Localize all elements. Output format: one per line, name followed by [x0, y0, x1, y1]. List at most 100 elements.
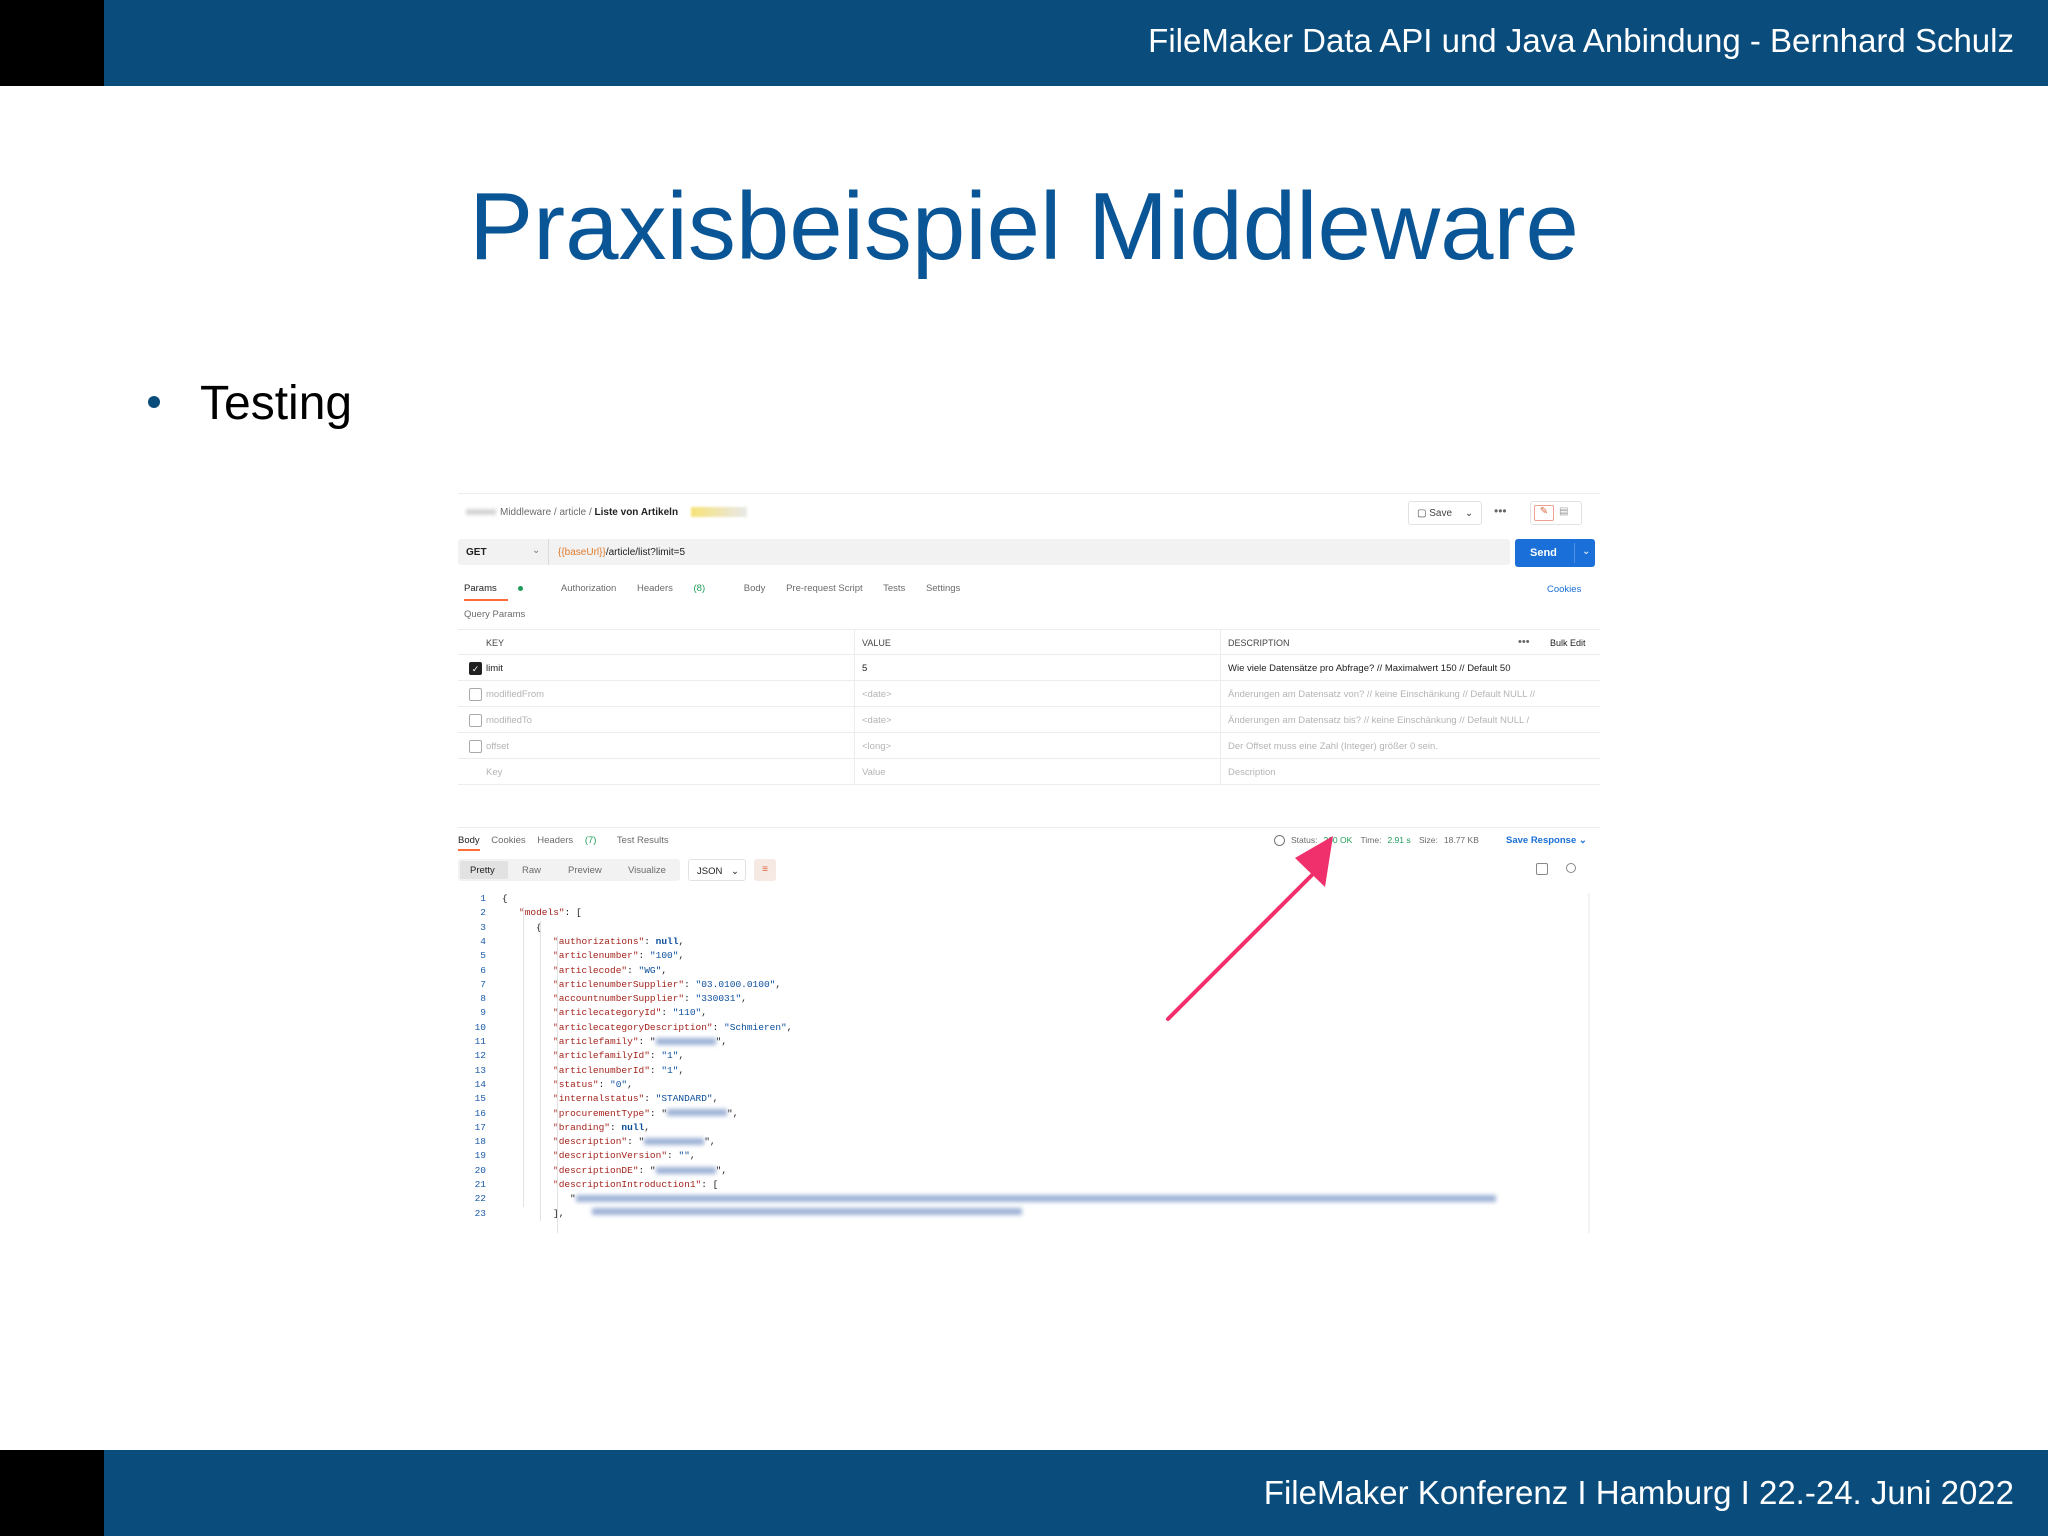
- bullet-dot-icon: [148, 396, 160, 409]
- redacted-value: [592, 1208, 1022, 1216]
- request-url-bar: GET ⌄ {{baseUrl}}/article/list?limit=5: [458, 539, 1510, 565]
- line-number: 6: [480, 964, 486, 976]
- param-checkbox[interactable]: ✓: [469, 662, 482, 675]
- breadcrumb-article[interactable]: article: [559, 507, 586, 518]
- active-tab-indicator: [458, 849, 480, 851]
- bullet-text: Testing: [200, 377, 353, 430]
- redacted-tag: [690, 507, 747, 518]
- code-line: "status": "0",: [553, 1078, 633, 1090]
- tab-pretty[interactable]: Pretty: [460, 861, 508, 879]
- response-tabs: Body Cookies Headers (7) Test Results: [458, 835, 678, 846]
- tab-raw[interactable]: Raw: [522, 865, 541, 876]
- chevron-down-icon: ⌄: [1578, 835, 1587, 846]
- cookies-link[interactable]: Cookies: [1547, 584, 1581, 595]
- scrollbar[interactable]: [1588, 893, 1590, 1233]
- tab-response-cookies[interactable]: Cookies: [491, 835, 525, 846]
- more-options-icon[interactable]: •••: [1494, 504, 1507, 518]
- description-input[interactable]: Description: [1228, 767, 1276, 778]
- tab-response-body[interactable]: Body: [458, 835, 480, 846]
- edit-pencil-icon[interactable]: ✎: [1534, 505, 1554, 521]
- tab-tests[interactable]: Tests: [883, 583, 905, 594]
- save-icon: ▢: [1417, 508, 1427, 519]
- slide-title: Praxisbeispiel Middleware: [469, 173, 1579, 280]
- response-body-code: 1{2 "models": [3{4 "authorizations": null,…: [458, 893, 1600, 1233]
- table-header: KEY VALUE DESCRIPTION ••• Bulk Edit: [458, 629, 1600, 656]
- comments-icon[interactable]: ▤: [1559, 506, 1568, 517]
- param-checkbox[interactable]: [469, 714, 482, 727]
- key-input[interactable]: Key: [486, 767, 502, 778]
- save-button[interactable]: ▢ Save ⌄: [1408, 501, 1482, 525]
- chevron-down-icon: ⌄: [730, 866, 739, 877]
- tab-test-results[interactable]: Test Results: [617, 835, 669, 846]
- code-line: "articlenumberSupplier": "03.0100.0100",: [553, 978, 782, 990]
- tab-body[interactable]: Body: [744, 583, 766, 594]
- code-line: "descriptionVersion": "",: [553, 1150, 696, 1162]
- tab-pre-request-script[interactable]: Pre-request Script: [786, 583, 863, 594]
- code-line: "articlefamilyId": "1",: [553, 1050, 685, 1062]
- line-number: 5: [480, 950, 486, 962]
- code-line: "accountnumberSupplier": "330031",: [553, 993, 747, 1005]
- param-checkbox[interactable]: [469, 740, 482, 753]
- line-number: 16: [474, 1107, 486, 1119]
- line-number: 12: [474, 1050, 486, 1062]
- line-number: 21: [474, 1179, 486, 1190]
- tab-params[interactable]: Params: [464, 583, 541, 594]
- chevron-down-icon[interactable]: ⌄: [1582, 546, 1590, 557]
- request-tabs: Params Authorization Headers (8) Body Pr…: [464, 583, 978, 594]
- tab-response-headers[interactable]: Headers (7): [537, 835, 605, 846]
- tab-visualize[interactable]: Visualize: [628, 865, 666, 876]
- line-number: 20: [474, 1164, 486, 1176]
- breadcrumb-current: Liste von Artikeln: [594, 507, 679, 518]
- bullet-item: Testing: [148, 376, 352, 431]
- tab-settings[interactable]: Settings: [926, 583, 960, 594]
- redacted-value: [655, 1166, 716, 1174]
- more-options-icon[interactable]: •••: [1518, 636, 1530, 648]
- line-number: 11: [474, 1036, 486, 1047]
- code-line: "models": [: [519, 907, 582, 919]
- chevron-down-icon: ⌄: [532, 545, 541, 556]
- line-number: 14: [474, 1078, 486, 1090]
- table-row: modifiedTo <date> Änderungen am Datensat…: [458, 707, 1600, 733]
- wrap-lines-icon[interactable]: ≡: [754, 859, 776, 881]
- code-line: "procurementType": " ",: [553, 1107, 739, 1119]
- table-row: offset <long> Der Offset muss eine Zahl …: [458, 733, 1600, 759]
- line-number: 18: [474, 1136, 486, 1148]
- footer-bar: FileMaker Konferenz I Hamburg I 22.-24. …: [0, 1450, 2048, 1536]
- param-checkbox[interactable]: [469, 688, 482, 701]
- chevron-down-icon: ⌄: [1464, 508, 1474, 519]
- breadcrumb-middleware[interactable]: Middleware: [500, 507, 551, 518]
- code-line: "authorizations": null,: [553, 935, 685, 947]
- redacted-value: [655, 1037, 716, 1045]
- send-button[interactable]: Send ⌄: [1515, 539, 1595, 567]
- footer-text: FileMaker Konferenz I Hamburg I 22.-24. …: [1263, 1474, 2014, 1511]
- value-input[interactable]: Value: [862, 767, 886, 778]
- view-toggle[interactable]: ✎ ▤: [1530, 501, 1582, 525]
- active-tab-indicator: [464, 599, 508, 601]
- tab-preview[interactable]: Preview: [568, 865, 602, 876]
- url-input[interactable]: {{baseUrl}}/article/list?limit=5: [558, 547, 685, 558]
- copy-icon[interactable]: [1536, 863, 1548, 875]
- status-badge: 200 OK: [1323, 835, 1353, 845]
- redacted-value: [667, 1109, 728, 1117]
- search-icon[interactable]: [1566, 863, 1576, 873]
- active-dot-icon: [517, 585, 523, 591]
- indent-guide: [523, 907, 524, 1207]
- redacted-value: [575, 1195, 1496, 1203]
- save-response-button[interactable]: Save Response ⌄: [1506, 835, 1587, 846]
- postman-screenshot: Middleware / article / Liste von Artikel…: [458, 493, 1600, 1233]
- indent-guide: [540, 921, 541, 1221]
- code-line: "descriptionIntroduction1": [: [553, 1179, 719, 1190]
- code-line: "articlefamily": " ",: [553, 1036, 728, 1047]
- line-number: 13: [474, 1064, 486, 1076]
- header-corner-block: [0, 0, 104, 86]
- response-status: Status: 200 OK Time: 2.91 s Size: 18.77 KB: [1274, 835, 1485, 847]
- code-line: "articlecategoryDescription": "Schmieren…: [553, 1021, 793, 1033]
- tab-headers[interactable]: Headers (8): [637, 583, 723, 594]
- code-line: "internalstatus": "STANDARD",: [553, 1093, 719, 1105]
- line-number: 10: [474, 1021, 486, 1033]
- tab-authorization[interactable]: Authorization: [561, 583, 616, 594]
- format-select[interactable]: JSON ⌄: [688, 859, 746, 881]
- line-number: 19: [474, 1150, 486, 1162]
- method-select[interactable]: GET: [466, 547, 487, 558]
- bulk-edit-button[interactable]: Bulk Edit: [1550, 638, 1586, 648]
